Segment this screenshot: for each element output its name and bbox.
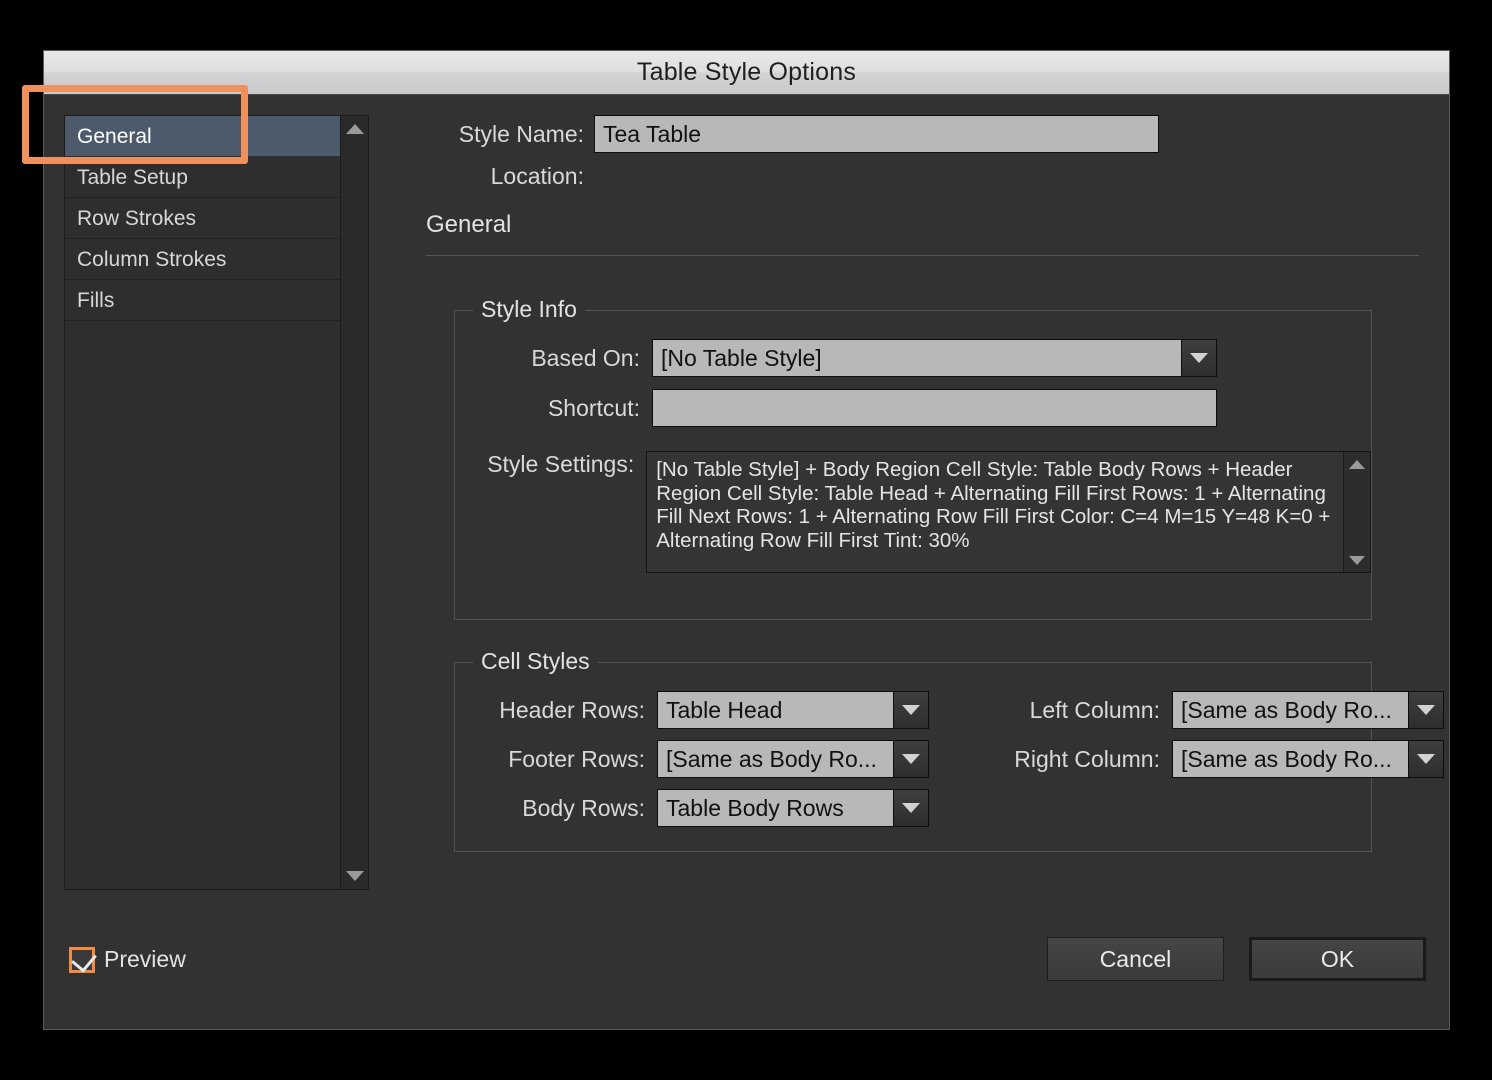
right-column-row: Right Column: [Same as Body Ro... [975,740,1444,778]
chevron-down-icon[interactable] [1181,340,1216,376]
dialog-title: Table Style Options [636,58,857,86]
based-on-value: [No Table Style] [653,340,1181,376]
cancel-button[interactable]: Cancel [1047,937,1224,981]
right-column-value: [Same as Body Ro... [1173,741,1408,777]
table-style-options-dialog: Table Style Options General Table Setup … [43,50,1450,1030]
sidebar-item-column-strokes[interactable]: Column Strokes [65,239,340,280]
chevron-down-icon[interactable] [893,741,928,777]
sidebar-item-label: Table Setup [77,166,188,189]
screen: Table Style Options General Table Setup … [0,0,1492,1080]
footer-rows-label: Footer Rows: [508,745,645,772]
location-label: Location: [490,163,584,189]
sidebar-item-label: General [77,125,152,148]
chevron-down-icon[interactable] [893,790,928,826]
chevron-down-icon[interactable] [893,692,928,728]
based-on-select[interactable]: [No Table Style] [652,339,1217,377]
right-column-label: Right Column: [1014,745,1160,772]
preview-label: Preview [104,946,186,972]
left-column-row: Left Column: [Same as Body Ro... [975,691,1444,729]
location-row: Location: [384,163,1424,190]
sidebar-item-label: Row Strokes [77,207,197,230]
dialog-titlebar: Table Style Options [44,51,1449,95]
style-settings-row: Style Settings: [No Table Style] + Body … [455,451,1371,573]
based-on-label: Based On: [531,344,640,371]
scroll-down-button[interactable] [1344,550,1370,570]
cell-styles-group: Cell Styles Header Rows: Table Head Foot… [454,648,1444,852]
settings-category-items: General Table Setup Row Strokes Column S… [65,116,340,889]
sidebar-item-row-strokes[interactable]: Row Strokes [65,198,340,239]
footer-rows-select[interactable]: [Same as Body Ro... [657,740,929,778]
left-column-value: [Same as Body Ro... [1173,692,1408,728]
body-rows-value: Table Body Rows [658,790,893,826]
based-on-row: Based On: [No Table Style] [455,339,1371,377]
body-rows-label: Body Rows: [522,794,645,821]
shortcut-row: Shortcut: [455,389,1371,427]
style-info-group: Style Info Based On: [No Table Style] Sh… [454,296,1372,620]
section-heading-general: General [426,211,512,238]
chevron-down-icon[interactable] [1408,741,1443,777]
checkmark-icon [71,945,97,973]
category-list-scrollbar[interactable] [340,116,368,889]
settings-category-list[interactable]: General Table Setup Row Strokes Column S… [64,115,369,890]
style-info-legend: Style Info [473,296,585,323]
sidebar-item-label: Column Strokes [77,248,227,271]
footer-rows-row: Footer Rows: [Same as Body Ro... [455,740,929,778]
section-divider [426,255,1419,256]
style-name-input[interactable]: Tea Table [594,115,1159,153]
sidebar-item-table-setup[interactable]: Table Setup [65,157,340,198]
style-settings-text: [No Table Style] + Body Region Cell Styl… [656,458,1331,552]
left-column-select[interactable]: [Same as Body Ro... [1172,691,1444,729]
dialog-body: General Table Setup Row Strokes Column S… [44,95,1449,1029]
scroll-up-button[interactable] [341,118,368,140]
sidebar-item-label: Fills [77,289,115,312]
scroll-down-button[interactable] [341,865,368,887]
style-settings-scrollbar[interactable] [1343,452,1370,572]
body-rows-select[interactable]: Table Body Rows [657,789,929,827]
shortcut-input[interactable] [652,389,1217,427]
style-name-row: Style Name: Tea Table [384,115,1424,153]
header-rows-select[interactable]: Table Head [657,691,929,729]
sidebar-item-fills[interactable]: Fills [65,280,340,321]
triangle-down-icon [1349,555,1365,565]
triangle-up-icon [345,124,364,134]
footer-rows-value: [Same as Body Ro... [658,741,893,777]
ok-button[interactable]: OK [1249,937,1426,981]
preview-toggle[interactable]: Preview [69,945,186,973]
header-rows-value: Table Head [658,692,893,728]
shortcut-label: Shortcut: [547,394,640,421]
header-rows-row: Header Rows: Table Head [455,691,929,729]
style-settings-box: [No Table Style] + Body Region Cell Styl… [646,451,1371,573]
scroll-up-button[interactable] [1344,454,1370,474]
preview-checkbox[interactable] [69,945,97,973]
left-column-label: Left Column: [1029,696,1160,723]
sidebar-item-general[interactable]: General [65,116,340,157]
settings-content-pane: Style Name: Tea Table Location: General … [384,115,1444,909]
cell-styles-legend: Cell Styles [473,648,598,675]
triangle-down-icon [345,871,364,881]
list-empty-area [65,321,340,889]
dialog-footer: Preview Cancel OK [44,919,1449,1029]
chevron-down-icon[interactable] [1408,692,1443,728]
header-rows-label: Header Rows: [499,696,645,723]
style-settings-label: Style Settings: [487,451,635,477]
triangle-up-icon [1349,459,1365,469]
body-rows-row: Body Rows: Table Body Rows [455,789,929,827]
style-name-label: Style Name: [458,120,584,147]
right-column-select[interactable]: [Same as Body Ro... [1172,740,1444,778]
